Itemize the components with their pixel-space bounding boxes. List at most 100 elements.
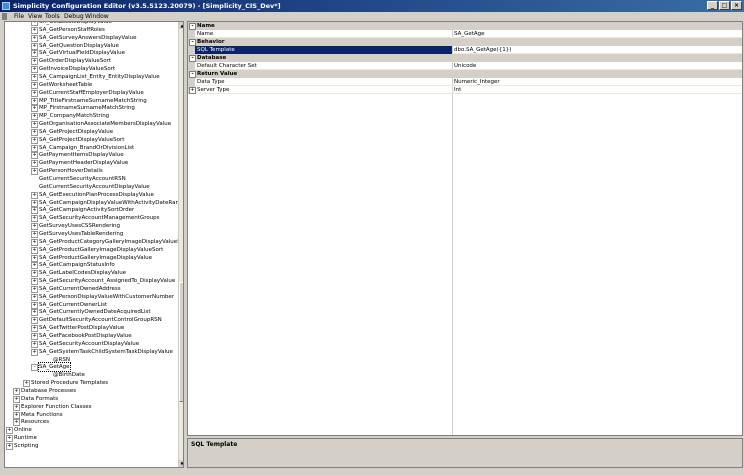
property-category[interactable]: - Behavior — [188, 38, 742, 46]
property-category[interactable]: - Name — [188, 22, 742, 30]
expand-icon[interactable]: + — [13, 395, 20, 403]
minimize-button[interactable]: _ — [707, 1, 718, 10]
expand-icon[interactable]: + — [31, 121, 38, 129]
expand-icon[interactable]: + — [31, 262, 38, 270]
menu-tools[interactable]: Tools — [45, 13, 60, 20]
maximize-button[interactable]: □ — [719, 1, 730, 10]
menu-view[interactable]: View — [28, 13, 42, 20]
property-gutter — [188, 78, 195, 86]
tree-item-label: Explorer Function Classes — [21, 403, 92, 410]
tree-scrollbar[interactable]: ▲ ▼ — [178, 22, 183, 467]
property-row[interactable]: Name SA_GetAge — [188, 30, 742, 38]
app-icon — [2, 2, 10, 10]
property-category[interactable]: - Database — [188, 54, 742, 62]
expand-icon[interactable]: + — [31, 34, 38, 42]
expand-icon[interactable]: + — [189, 87, 196, 94]
tree-item-label: SA_GetQuestionDisplayValue — [39, 42, 119, 49]
expand-icon[interactable]: + — [31, 50, 38, 58]
property-row[interactable]: SQL Template dbo.SA_GetAge({1}) — [188, 46, 742, 54]
expand-icon[interactable]: + — [31, 325, 38, 333]
expand-icon[interactable]: + — [31, 238, 38, 246]
property-row[interactable]: Default Character Set Unicode — [188, 62, 742, 70]
collapse-icon[interactable]: - — [189, 23, 196, 30]
expand-icon[interactable]: + — [31, 215, 38, 223]
property-grid[interactable]: - Name Name SA_GetAge - Behavior SQL Template d… — [187, 21, 743, 436]
expand-icon[interactable]: + — [31, 128, 38, 136]
property-row[interactable]: Data Type Numeric_Integer — [188, 78, 742, 86]
tree-item-label: SA_GetTwitterPostDisplayValue — [39, 325, 125, 332]
scroll-up-icon[interactable]: ▲ — [179, 22, 183, 29]
expand-icon[interactable]: + — [31, 160, 38, 168]
expand-icon[interactable]: + — [31, 89, 38, 97]
property-value[interactable]: Int — [454, 86, 461, 94]
expand-icon[interactable]: + — [31, 301, 38, 309]
close-button[interactable]: × — [731, 1, 742, 10]
property-name: Server Type — [197, 87, 230, 93]
expand-icon[interactable]: + — [13, 411, 20, 419]
tree-item-label: SA_GetPersonStaffRoles — [39, 26, 105, 33]
expand-icon[interactable]: + — [31, 81, 38, 89]
property-row[interactable]: + Server Type Int — [188, 86, 742, 94]
expand-icon[interactable]: + — [13, 403, 20, 411]
property-category[interactable]: - Return Value — [188, 70, 742, 78]
expand-icon[interactable]: + — [31, 26, 38, 34]
expand-icon[interactable]: + — [31, 348, 38, 356]
expand-icon[interactable]: + — [31, 223, 38, 231]
property-value[interactable]: SA_GetAge — [454, 30, 485, 38]
expand-icon[interactable]: + — [31, 199, 38, 207]
expand-icon[interactable]: + — [31, 317, 38, 325]
property-gutter — [188, 46, 195, 54]
expand-icon[interactable]: + — [31, 152, 38, 160]
collapse-icon[interactable]: - — [189, 39, 196, 46]
expand-icon[interactable]: + — [31, 144, 38, 152]
property-value[interactable]: dbo.SA_GetAge({1}) — [454, 46, 511, 54]
expand-icon[interactable]: + — [31, 136, 38, 144]
expand-icon[interactable]: + — [6, 442, 13, 450]
tree-item-label: SA_GetCampaignActivitySortOrder — [39, 207, 135, 214]
expand-icon[interactable]: + — [31, 73, 38, 81]
property-name: Return Value — [197, 71, 238, 77]
expand-icon[interactable]: + — [31, 66, 38, 74]
expand-icon[interactable]: + — [31, 309, 38, 317]
expand-icon[interactable]: + — [31, 191, 38, 199]
tree-item-label: Runtime — [14, 435, 37, 442]
expand-icon[interactable]: + — [31, 246, 38, 254]
expand-icon[interactable]: + — [31, 254, 38, 262]
menu-file[interactable]: File — [14, 13, 24, 20]
collapse-icon[interactable]: - — [189, 55, 196, 62]
expand-icon[interactable]: + — [31, 340, 38, 348]
expand-icon[interactable]: + — [6, 427, 13, 435]
property-value[interactable]: Numeric_Integer — [454, 78, 500, 86]
expand-icon[interactable]: + — [31, 97, 38, 105]
expand-icon[interactable]: + — [31, 105, 38, 113]
expand-icon[interactable]: + — [31, 22, 38, 26]
expand-icon[interactable]: + — [31, 58, 38, 66]
scroll-thumb[interactable] — [179, 282, 183, 402]
tree-item-label: SA_GetProjectDisplayValueSort — [39, 136, 125, 143]
menu-window[interactable]: Window — [85, 13, 109, 20]
tree-item-label: SA_GetProjectDisplayValue — [39, 128, 114, 135]
expand-icon[interactable]: + — [31, 278, 38, 286]
expand-icon[interactable]: + — [31, 42, 38, 50]
expand-icon[interactable]: + — [31, 270, 38, 278]
tree-item-label: GetWorksheetTable — [39, 81, 93, 88]
expand-icon[interactable]: + — [31, 230, 38, 238]
expand-icon[interactable]: + — [31, 293, 38, 301]
tree-item-label: SA_GetCurrentOwnerList — [39, 301, 108, 308]
explorer-tree[interactable]: + SA_GetLocaleDisplayValue + SA_GetPersonSt… — [4, 21, 184, 468]
expand-icon[interactable]: + — [31, 333, 38, 340]
expand-icon[interactable]: + — [31, 168, 38, 176]
expand-icon[interactable]: + — [31, 113, 38, 121]
expand-icon[interactable]: + — [31, 207, 38, 215]
property-value[interactable]: Unicode — [454, 62, 476, 70]
property-description: SQL Template — [187, 438, 743, 468]
collapse-icon[interactable]: - — [189, 71, 196, 78]
collapse-icon[interactable]: - — [31, 364, 38, 372]
expand-icon[interactable]: + — [31, 285, 38, 293]
tree-item-label: SA_GetCurrentOwnedAddress — [39, 285, 121, 292]
property-name: SQL Template — [195, 46, 452, 54]
expand-icon[interactable]: + — [6, 435, 13, 443]
expand-icon[interactable]: + — [13, 387, 20, 395]
menu-debug[interactable]: Debug — [64, 13, 84, 20]
scroll-down-icon[interactable]: ▼ — [179, 460, 183, 467]
